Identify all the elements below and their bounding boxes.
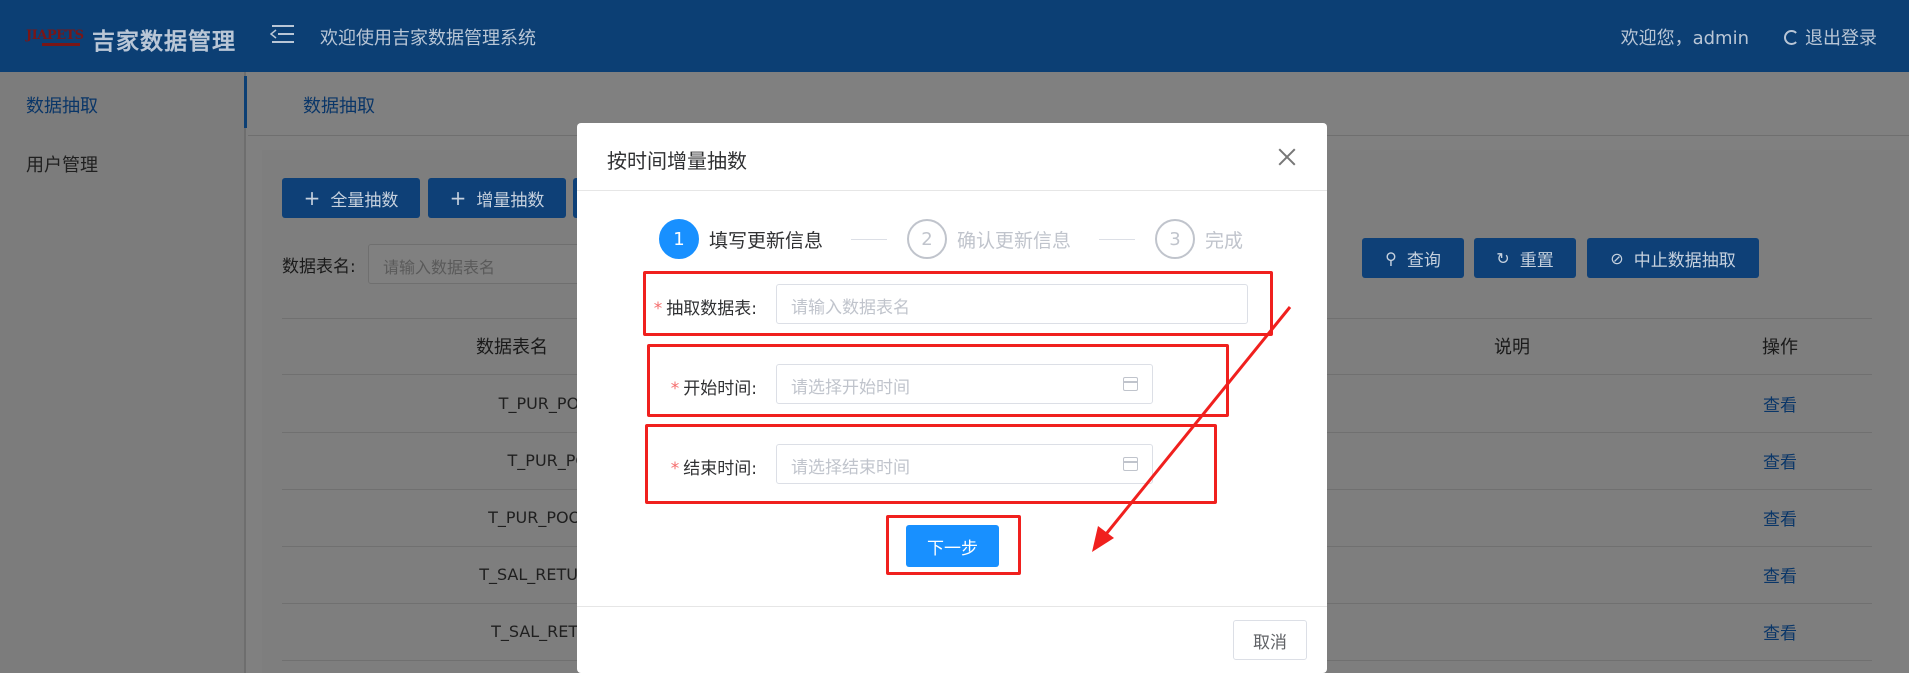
annotation-arrow bbox=[1092, 306, 1292, 552]
